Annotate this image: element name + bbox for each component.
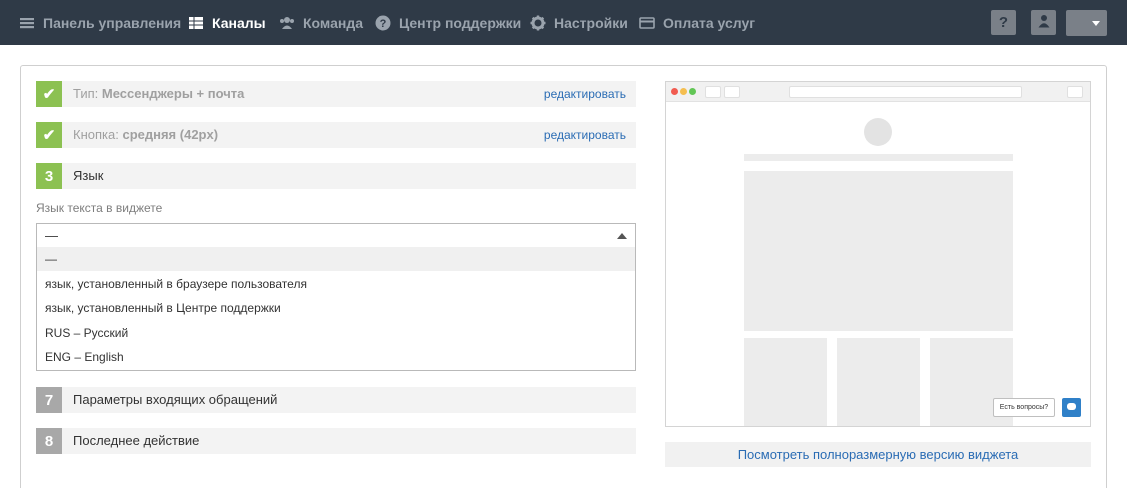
- step-incoming-params-label: Параметры входящих обращений: [73, 392, 278, 407]
- user-icon: [1038, 14, 1050, 32]
- placeholder-card: [837, 338, 920, 426]
- language-option[interactable]: —: [37, 247, 635, 271]
- step-number-badge: 8: [36, 428, 62, 454]
- language-option[interactable]: язык, установленный в Центре поддержки: [37, 296, 635, 320]
- check-icon: ✔: [36, 122, 62, 148]
- profile-button[interactable]: [1031, 10, 1056, 35]
- nav-billing[interactable]: Оплата услуг: [639, 0, 755, 45]
- nav-team-label: Команда: [303, 14, 363, 31]
- step-type-text: Тип: Мессенджеры + почта: [73, 81, 244, 107]
- full-preview-link[interactable]: Посмотреть полноразмерную версию виджета: [665, 442, 1091, 467]
- nav-team[interactable]: Команда: [279, 0, 363, 45]
- step-number-badge: 7: [36, 387, 62, 413]
- chat-bubble-icon[interactable]: [1062, 398, 1081, 417]
- step-button-label: Кнопка:: [73, 127, 119, 142]
- step-button-value: средняя (42px): [122, 127, 219, 142]
- gear-icon: [530, 15, 546, 31]
- step-button: ✔ Кнопка: средняя (42px) редактировать: [36, 122, 636, 148]
- step-type-label: Тип:: [73, 86, 99, 101]
- language-field-label: Язык текста в виджете: [36, 201, 163, 215]
- nav-dashboard-label: Панель управления: [43, 14, 182, 31]
- step-language: 3 Язык: [36, 163, 636, 189]
- chevron-up-icon: [617, 233, 627, 239]
- step-button-text: Кнопка: средняя (42px): [73, 122, 218, 148]
- address-bar: [789, 86, 1022, 98]
- top-navbar: Панель управления Каналы Команда ? Центр…: [0, 0, 1127, 45]
- channels-icon: [188, 15, 204, 31]
- svg-text:?: ?: [380, 18, 387, 30]
- placeholder-avatar: [864, 118, 892, 146]
- language-option[interactable]: RUS – Русский: [37, 321, 635, 345]
- edit-button-link[interactable]: редактировать: [544, 122, 626, 148]
- language-select[interactable]: —: [36, 223, 636, 248]
- ask-questions-button[interactable]: Есть вопросы?: [993, 398, 1055, 417]
- help-circle-icon: ?: [375, 15, 391, 31]
- browser-tab: [705, 86, 721, 98]
- edit-type-link[interactable]: редактировать: [544, 81, 626, 107]
- step-number-badge: 3: [36, 163, 62, 189]
- language-dropdown: — язык, установленный в браузере пользов…: [36, 247, 636, 371]
- browser-tab: [724, 86, 740, 98]
- placeholder-line: [744, 154, 1013, 161]
- language-option[interactable]: ENG – English: [37, 345, 635, 369]
- step-type: ✔ Тип: Мессенджеры + почта редактировать: [36, 81, 636, 107]
- step-last-action: 8 Последнее действие: [36, 428, 636, 454]
- nav-channels[interactable]: Каналы: [188, 0, 266, 45]
- nav-channels-label: Каналы: [212, 14, 266, 31]
- step-type-value: Мессенджеры + почта: [101, 86, 245, 101]
- language-option[interactable]: язык, установленный в браузере пользоват…: [37, 272, 635, 296]
- help-button-label: ?: [998, 14, 1009, 31]
- language-select-value: —: [45, 228, 58, 243]
- team-icon: [279, 15, 295, 31]
- nav-dashboard[interactable]: Панель управления: [19, 0, 181, 45]
- step-incoming-params: 7 Параметры входящих обращений: [36, 387, 636, 413]
- step-last-action-label: Последнее действие: [73, 433, 200, 448]
- placeholder-card: [744, 338, 827, 426]
- maximize-dot-icon: [689, 88, 696, 95]
- step-language-label: Язык: [73, 168, 104, 183]
- nav-settings[interactable]: Настройки: [530, 0, 628, 45]
- help-button[interactable]: ?: [991, 10, 1016, 35]
- close-dot-icon: [671, 88, 678, 95]
- credit-card-icon: [639, 15, 655, 31]
- browser-tab: [1067, 86, 1083, 98]
- browser-toolbar: [666, 82, 1090, 102]
- nav-settings-label: Настройки: [554, 14, 628, 31]
- widget-preview: Есть вопросы?: [665, 81, 1091, 427]
- placeholder-content: [744, 171, 1013, 331]
- check-icon: ✔: [36, 81, 62, 107]
- nav-help-center[interactable]: ? Центр поддержки: [375, 0, 521, 45]
- nav-billing-label: Оплата услуг: [663, 14, 756, 31]
- minimize-dot-icon: [680, 88, 687, 95]
- dashboard-icon: [19, 15, 35, 31]
- nav-help-center-label: Центр поддержки: [399, 14, 522, 31]
- account-dropdown-button[interactable]: [1066, 10, 1107, 36]
